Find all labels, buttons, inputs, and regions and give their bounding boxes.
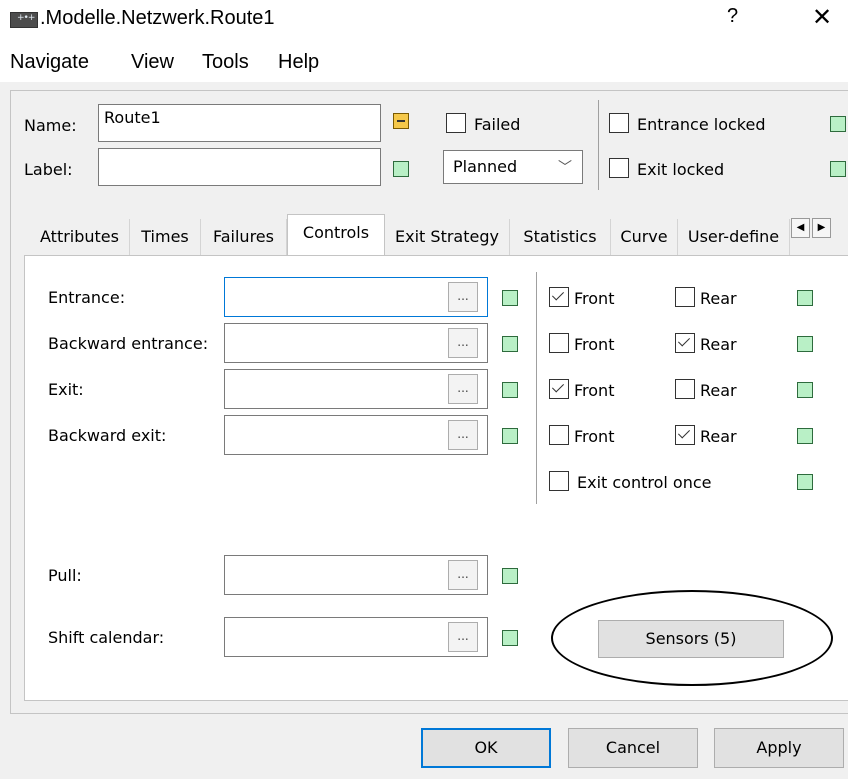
entrance-rear-label: Rear xyxy=(700,289,737,308)
exit-side-status-icon[interactable] xyxy=(797,382,813,398)
tab-scroll-left-icon[interactable]: ◀ xyxy=(791,218,810,238)
backward-entrance-browse-button[interactable]: ... xyxy=(448,328,478,358)
controls-divider xyxy=(536,272,537,504)
failed-label: Failed xyxy=(474,115,521,134)
tab-user-defined[interactable]: User-define xyxy=(678,219,790,255)
backward-entrance-status-icon[interactable] xyxy=(502,336,518,352)
menu-tools[interactable]: Tools xyxy=(202,51,249,74)
exit-control-once-checkbox[interactable] xyxy=(549,471,569,491)
backward-exit-label: Backward exit: xyxy=(48,426,167,445)
entrance-browse-button[interactable]: ... xyxy=(448,282,478,312)
tab-failures[interactable]: Failures xyxy=(201,219,287,255)
exit-locked-status-icon[interactable] xyxy=(830,161,846,177)
entrance-locked-label: Entrance locked xyxy=(637,115,766,134)
tab-controls[interactable]: Controls xyxy=(287,214,385,256)
chevron-down-icon: ﹀ xyxy=(558,160,572,176)
entrance-front-checkbox[interactable] xyxy=(549,287,569,307)
window-title: .Modelle.Netzwerk.Route1 xyxy=(40,7,275,29)
exit-rear-checkbox[interactable] xyxy=(675,379,695,399)
backward-exit-rear-label: Rear xyxy=(700,427,737,446)
backward-entrance-label: Backward entrance: xyxy=(48,334,209,353)
close-button[interactable]: ✕ xyxy=(812,3,832,32)
exit-front-label: Front xyxy=(574,381,615,400)
tab-times[interactable]: Times xyxy=(130,219,201,255)
shift-calendar-label: Shift calendar: xyxy=(48,628,165,647)
tab-scroll-right-icon[interactable]: ▶ xyxy=(812,218,831,238)
entrance-label: Entrance: xyxy=(48,288,126,307)
label-label: Label: xyxy=(24,160,73,179)
app-icon: +•+ xyxy=(10,12,38,28)
backward-exit-rear-checkbox[interactable] xyxy=(675,425,695,445)
menu-navigate[interactable]: Navigate xyxy=(10,51,89,74)
backward-exit-front-checkbox[interactable] xyxy=(549,425,569,445)
menu-view[interactable]: View xyxy=(131,51,174,74)
pull-status-icon[interactable] xyxy=(502,568,518,584)
name-label: Name: xyxy=(24,116,77,135)
state-select-value: Planned xyxy=(453,157,518,176)
exit-rear-label: Rear xyxy=(700,381,737,400)
entrance-front-label: Front xyxy=(574,289,615,308)
backward-entrance-side-status-icon[interactable] xyxy=(797,336,813,352)
ok-button[interactable]: OK xyxy=(421,728,551,768)
backward-entrance-front-label: Front xyxy=(574,335,615,354)
exit-label: Exit: xyxy=(48,380,84,399)
exit-status-icon[interactable] xyxy=(502,382,518,398)
label-status-icon[interactable] xyxy=(393,161,409,177)
entrance-status-icon[interactable] xyxy=(502,290,518,306)
shift-calendar-browse-button[interactable]: ... xyxy=(448,622,478,652)
cancel-button[interactable]: Cancel xyxy=(568,728,698,768)
name-status-icon[interactable] xyxy=(393,113,409,129)
backward-exit-browse-button[interactable]: ... xyxy=(448,420,478,450)
backward-entrance-rear-checkbox[interactable] xyxy=(675,333,695,353)
exit-control-once-status-icon[interactable] xyxy=(797,474,813,490)
exit-browse-button[interactable]: ... xyxy=(448,374,478,404)
backward-entrance-rear-label: Rear xyxy=(700,335,737,354)
header-divider xyxy=(598,100,599,190)
exit-locked-checkbox[interactable] xyxy=(609,158,629,178)
menu-bar xyxy=(0,40,848,82)
entrance-side-status-icon[interactable] xyxy=(797,290,813,306)
apply-button[interactable]: Apply xyxy=(714,728,844,768)
app-icon-glyph: +•+ xyxy=(17,13,35,23)
sensors-button[interactable]: Sensors (5) xyxy=(598,620,784,658)
menu-help[interactable]: Help xyxy=(278,51,319,74)
tab-exit-strategy[interactable]: Exit Strategy xyxy=(385,219,510,255)
entrance-locked-status-icon[interactable] xyxy=(830,116,846,132)
shift-calendar-status-icon[interactable] xyxy=(502,630,518,646)
backward-exit-status-icon[interactable] xyxy=(502,428,518,444)
pull-label: Pull: xyxy=(48,566,82,585)
entrance-locked-checkbox[interactable] xyxy=(609,113,629,133)
help-button[interactable]: ? xyxy=(727,5,738,28)
state-select[interactable]: Planned ﹀ xyxy=(443,150,583,184)
exit-locked-label: Exit locked xyxy=(637,160,725,179)
backward-exit-front-label: Front xyxy=(574,427,615,446)
tab-statistics[interactable]: Statistics xyxy=(510,219,611,255)
label-field[interactable] xyxy=(98,148,381,186)
name-field[interactable]: Route1 xyxy=(98,104,381,142)
tab-curve[interactable]: Curve xyxy=(611,219,678,255)
tab-attributes[interactable]: Attributes xyxy=(30,219,130,255)
exit-front-checkbox[interactable] xyxy=(549,379,569,399)
backward-entrance-front-checkbox[interactable] xyxy=(549,333,569,353)
pull-browse-button[interactable]: ... xyxy=(448,560,478,590)
backward-exit-side-status-icon[interactable] xyxy=(797,428,813,444)
entrance-rear-checkbox[interactable] xyxy=(675,287,695,307)
exit-control-once-label: Exit control once xyxy=(577,473,712,492)
failed-checkbox[interactable] xyxy=(446,113,466,133)
